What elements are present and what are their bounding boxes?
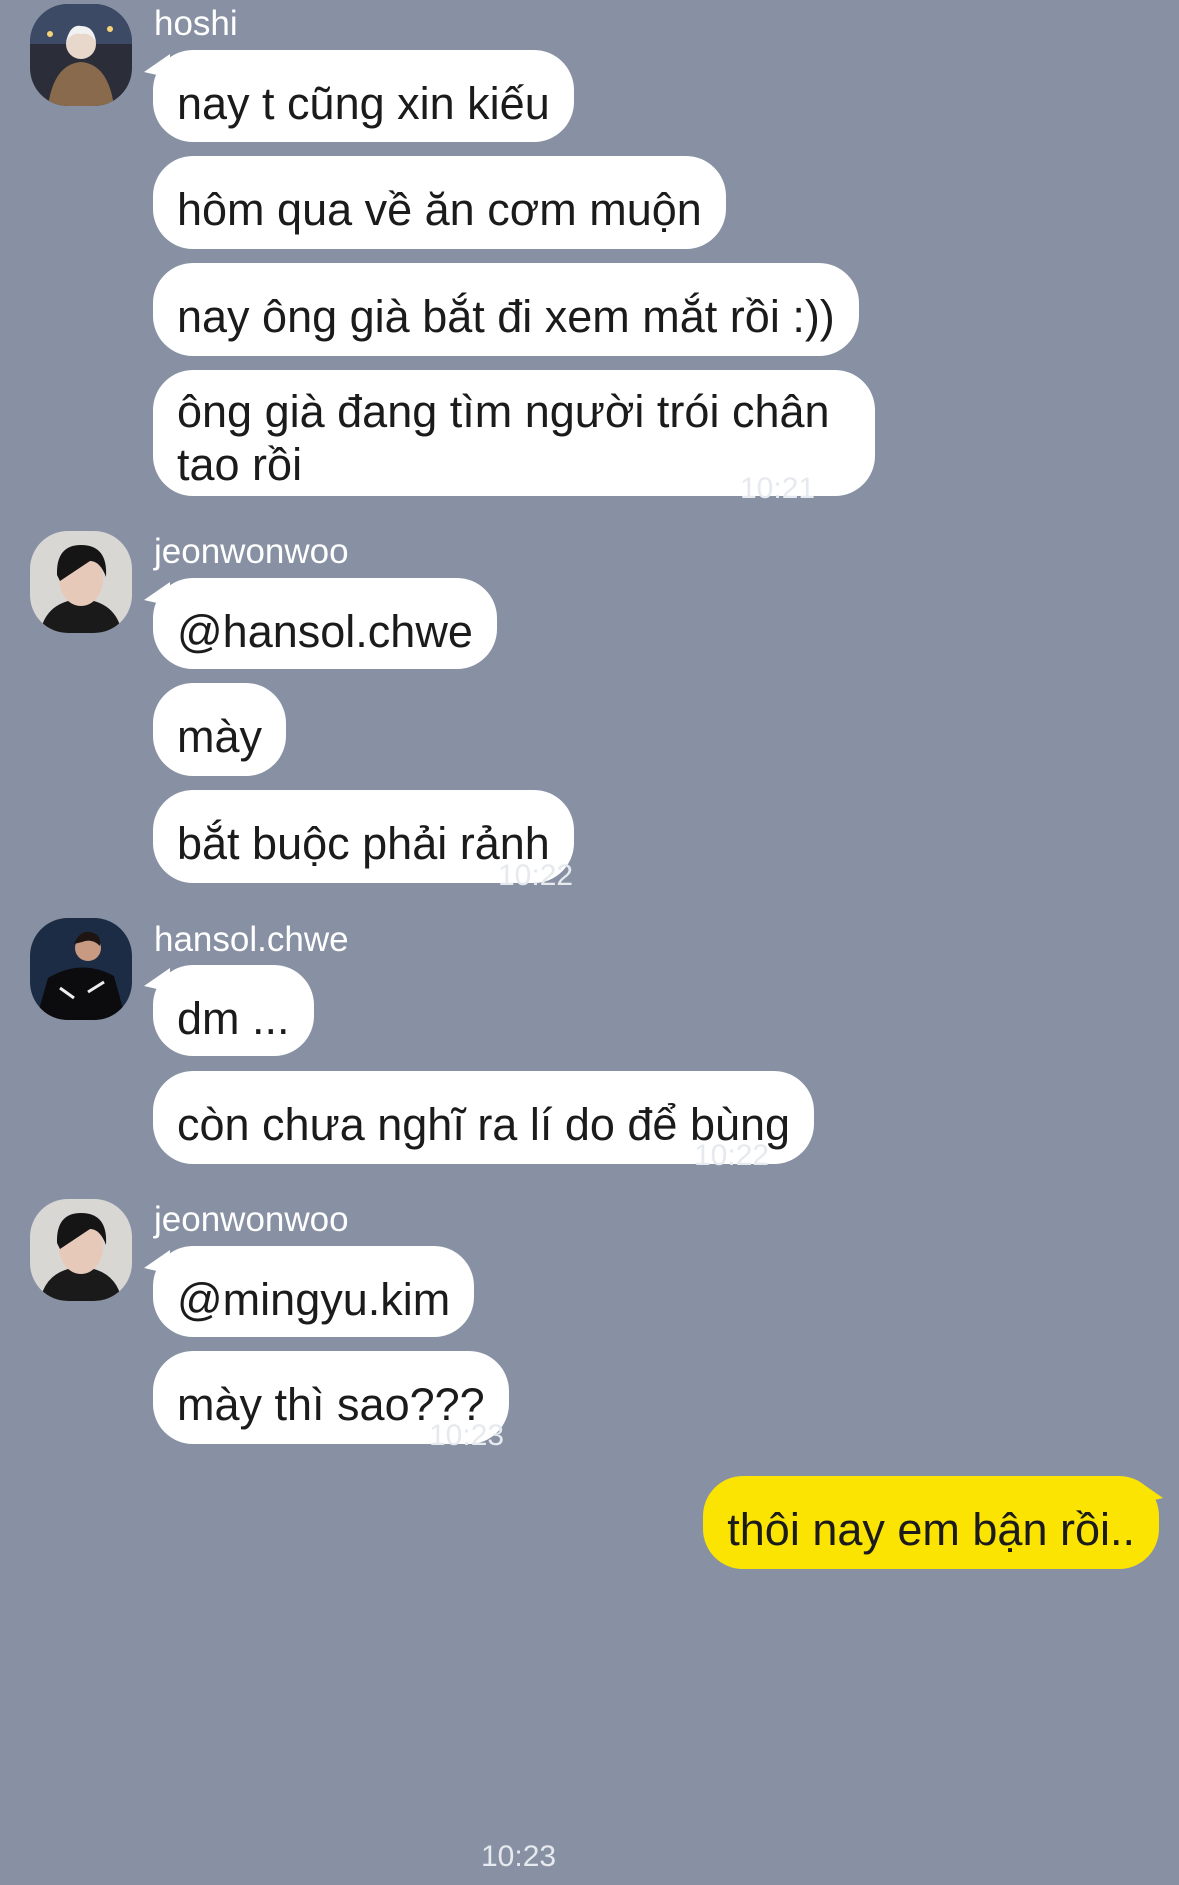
message-bubble[interactable]: mày [153, 683, 287, 776]
avatar-jeonwonwoo[interactable] [30, 531, 132, 633]
message-bubble[interactable]: hôm qua về ăn cơm muộn [153, 156, 726, 249]
message-time: 10:22 [694, 1139, 770, 1172]
message-bubble[interactable]: nay ông già bắt đi xem mắt rồi :)) [153, 263, 859, 356]
avatar-hoshi[interactable] [30, 4, 132, 106]
message-bubble[interactable]: @hansol.chwe [153, 578, 497, 669]
message-bubble[interactable]: dm ... [153, 965, 314, 1056]
outgoing-message-bubble[interactable]: thôi nay em bận rồi.. [703, 1476, 1159, 1569]
message-bubble[interactable]: nay t cũng xin kiếu [153, 50, 574, 142]
message-time: 10:23 [429, 1419, 505, 1452]
chat-thread[interactable]: hoshi nay t cũng xin kiếu hôm qua về ăn … [0, 0, 1179, 1885]
sender-name: jeonwonwoo [154, 532, 349, 571]
avatar-jeonwonwoo[interactable] [30, 1199, 132, 1301]
sender-name: hansol.chwe [154, 920, 349, 959]
message-bubble[interactable]: @mingyu.kim [153, 1246, 475, 1337]
avatar-hansol-chwe[interactable] [30, 918, 132, 1020]
sender-name: jeonwonwoo [154, 1200, 349, 1239]
message-time: 10:22 [498, 859, 574, 892]
message-time: 10:21 [740, 472, 816, 505]
sender-name: hoshi [154, 4, 238, 43]
outgoing-message-time: 10:23 [481, 1840, 557, 1873]
